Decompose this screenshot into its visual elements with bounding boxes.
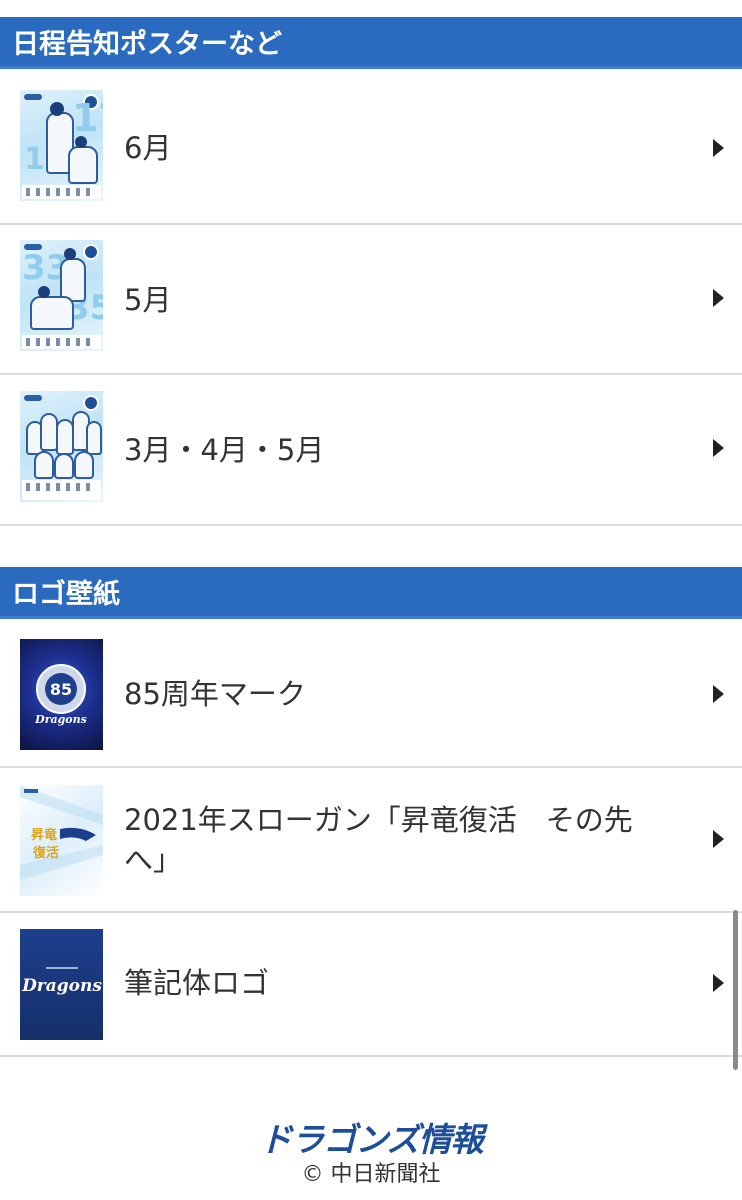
chevron-right-icon [713,830,724,848]
section-header-logo-wallpapers: ロゴ壁紙 [0,567,742,619]
list-item-85th-anniversary-mark[interactable]: 85 Dragons 85周年マーク [0,622,742,768]
poster-thumbnail-june: 17 1 [20,90,103,201]
anniversary-85-logo-thumbnail: 85 Dragons [20,639,103,750]
poster-thumbnail-may: 33 35 [20,240,103,351]
list-item-2021-slogan[interactable]: 昇竜 復活 2021年スローガン「昇竜復活 その先へ」 [0,768,742,913]
svg-text:85: 85 [50,680,72,699]
chevron-right-icon [713,289,724,307]
list-item-label: 2021年スローガン「昇竜復活 その先へ」 [124,803,633,877]
copyright-text: © 中日新聞社 [301,1162,441,1187]
list-item-march-april-may-poster[interactable]: 3月・4月・5月 [0,375,742,526]
chevron-right-icon [713,974,724,992]
list-item-script-logo[interactable]: Dragons 筆記体ロゴ [0,913,742,1057]
section-header-schedule-posters: 日程告知ポスターなど [0,17,742,69]
dragons-info-brand-logo: ドラゴンズ情報 [259,1120,483,1159]
svg-text:復活: 復活 [32,845,59,861]
script-logo-thumbnail: Dragons [20,929,103,1040]
slogan-2021-thumbnail: 昇竜 復活 [20,785,103,896]
svg-text:Dragons: Dragons [21,976,102,996]
list-item-may-poster[interactable]: 33 35 5月 [0,225,742,375]
chevron-right-icon [713,685,724,703]
poster-thumbnail-march-april-may [20,391,103,502]
chevron-right-icon [713,439,724,457]
list-item-label: 6月 [124,131,172,165]
svg-text:Dragons: Dragons [34,713,87,726]
list-item-june-poster[interactable]: 17 1 6月 [0,72,742,225]
section-title: ロゴ壁紙 [12,579,120,610]
chevron-right-icon [713,139,724,157]
list-item-label: 5月 [124,283,172,317]
section-title: 日程告知ポスターなど [12,29,282,60]
list-item-label: 3月・4月・5月 [124,433,325,467]
list-item-label: 筆記体ロゴ [124,966,270,1000]
list-item-label: 85周年マーク [124,677,306,711]
svg-text:昇竜: 昇竜 [31,827,57,843]
vertical-scrollbar[interactable] [733,910,738,1070]
